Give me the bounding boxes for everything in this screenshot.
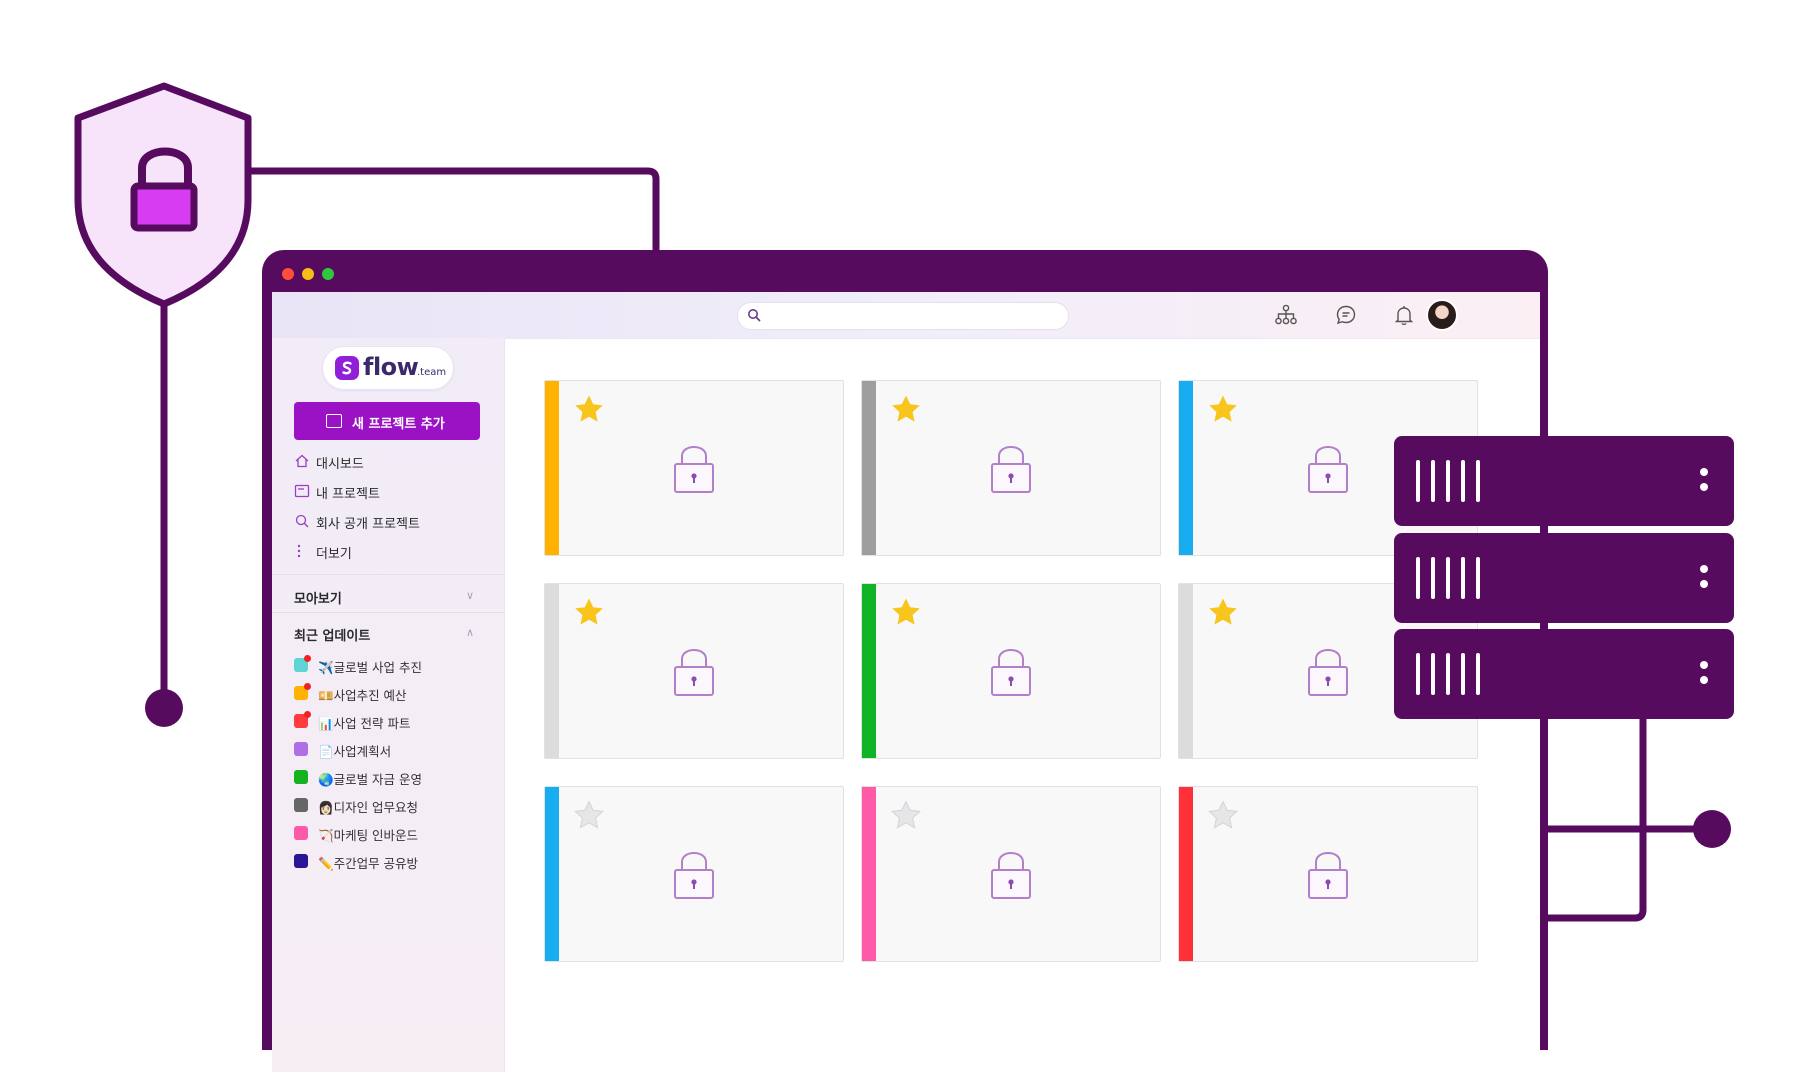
flow-logo-icon xyxy=(335,356,359,380)
nav-label: 더보기 xyxy=(316,547,352,562)
shield-lock-body xyxy=(130,182,198,232)
sidebar: flow .team 새 프로젝트 추가 대시보드 내 프로젝트 회사 공개 프… xyxy=(272,338,505,1072)
server-endpoint-dot xyxy=(1693,810,1731,848)
project-color-swatch xyxy=(294,798,308,812)
search-icon xyxy=(295,514,309,528)
server-vent xyxy=(1416,557,1480,599)
server-status-dots xyxy=(1700,661,1708,691)
project-card[interactable] xyxy=(544,380,844,556)
star-outline-icon[interactable] xyxy=(1207,800,1239,830)
recent-section-title[interactable]: 최근 업데이트 xyxy=(294,625,370,644)
recent-project-label: 📊사업 전략 파트 xyxy=(318,716,411,731)
new-project-label: 새 프로젝트 추가 xyxy=(352,417,445,432)
org-chart-icon[interactable] xyxy=(1274,303,1298,327)
star-filled-icon[interactable] xyxy=(1207,597,1239,627)
lock-icon xyxy=(671,439,717,495)
project-color-bar xyxy=(862,787,876,961)
shield-connector-line xyxy=(244,167,660,256)
server-status-dots xyxy=(1700,565,1708,595)
project-color-bar xyxy=(1179,584,1193,758)
home-icon xyxy=(295,454,309,468)
project-color-bar xyxy=(545,584,559,758)
star-filled-icon[interactable] xyxy=(1207,394,1239,424)
project-color-bar xyxy=(545,787,559,961)
project-color-swatch xyxy=(294,742,308,756)
new-project-icon xyxy=(326,414,342,428)
app-screen: flow .team 새 프로젝트 추가 대시보드 내 프로젝트 회사 공개 프… xyxy=(272,292,1540,1072)
project-color-bar xyxy=(545,381,559,555)
sidebar-divider xyxy=(272,612,504,613)
unread-badge xyxy=(304,711,311,718)
star-filled-icon[interactable] xyxy=(573,394,605,424)
nav-label: 대시보드 xyxy=(316,457,364,472)
star-outline-icon[interactable] xyxy=(573,800,605,830)
star-outline-icon[interactable] xyxy=(890,800,922,830)
top-bar xyxy=(272,292,1540,339)
lock-icon xyxy=(988,642,1034,698)
lock-icon xyxy=(988,845,1034,901)
chevron-up-icon[interactable]: ∧ xyxy=(466,626,474,639)
star-filled-icon[interactable] xyxy=(573,597,605,627)
project-color-swatch xyxy=(294,854,308,868)
lock-icon xyxy=(1305,439,1351,495)
flow-logo[interactable]: flow .team xyxy=(322,346,454,390)
lock-icon xyxy=(671,845,717,901)
star-filled-icon[interactable] xyxy=(890,597,922,627)
logo-wordmark: flow xyxy=(363,353,419,381)
recent-project-label: 🌏글로벌 자금 운영 xyxy=(318,772,423,787)
server-unit-2 xyxy=(1394,533,1734,623)
project-color-swatch xyxy=(294,770,308,784)
nav-label: 내 프로젝트 xyxy=(316,487,380,502)
project-icon xyxy=(294,484,310,498)
lock-icon xyxy=(1305,845,1351,901)
avatar[interactable] xyxy=(1426,299,1458,331)
lock-icon xyxy=(988,439,1034,495)
nav-label: 회사 공개 프로젝트 xyxy=(316,517,420,532)
project-color-bar xyxy=(862,381,876,555)
server-unit-3 xyxy=(1394,629,1734,719)
sidebar-divider xyxy=(272,574,504,575)
search-icon xyxy=(748,309,761,322)
star-filled-icon[interactable] xyxy=(890,394,922,424)
project-card[interactable] xyxy=(544,583,844,759)
recent-project-label: ✏️주간업무 공유방 xyxy=(318,856,419,871)
server-status-dots xyxy=(1700,468,1708,498)
project-card[interactable] xyxy=(544,786,844,962)
server-vent xyxy=(1416,460,1480,502)
lock-icon xyxy=(1305,642,1351,698)
search-input[interactable] xyxy=(737,302,1069,330)
project-card[interactable] xyxy=(861,786,1161,962)
recent-project-label: 👩🏻디자인 업무요청 xyxy=(318,800,419,815)
project-color-bar xyxy=(1179,381,1193,555)
project-color-bar xyxy=(862,584,876,758)
project-card[interactable] xyxy=(1178,786,1478,962)
logo-suffix: .team xyxy=(417,367,447,378)
recent-project-label: ✈️글로벌 사업 추진 xyxy=(318,660,423,675)
recent-project-label: 📄사업계획서 xyxy=(318,744,392,759)
bell-icon[interactable] xyxy=(1392,303,1416,327)
shield-endpoint-dot xyxy=(145,689,183,727)
chevron-down-icon[interactable]: ∨ xyxy=(466,589,474,602)
server-connector-line xyxy=(1539,706,1647,922)
collection-section-title[interactable]: 모아보기 xyxy=(294,588,342,607)
server-vent xyxy=(1416,653,1480,695)
project-card[interactable] xyxy=(861,583,1161,759)
project-card[interactable] xyxy=(861,380,1161,556)
server-unit-1 xyxy=(1394,436,1734,526)
close-dot[interactable] xyxy=(282,268,294,280)
project-color-swatch xyxy=(294,826,308,840)
chat-icon[interactable] xyxy=(1334,303,1358,327)
unread-badge xyxy=(304,655,311,662)
lock-icon xyxy=(671,642,717,698)
more-icon xyxy=(297,544,301,558)
minimize-dot[interactable] xyxy=(302,268,314,280)
new-project-button[interactable]: 새 프로젝트 추가 xyxy=(294,402,480,440)
unread-badge xyxy=(304,683,311,690)
maximize-dot[interactable] xyxy=(322,268,334,280)
recent-project-label: 🏹마케팅 인바운드 xyxy=(318,828,419,843)
recent-project-label: 💴사업추진 예산 xyxy=(318,688,407,703)
window-controls xyxy=(282,268,334,280)
project-color-bar xyxy=(1179,787,1193,961)
app-window: flow .team 새 프로젝트 추가 대시보드 내 프로젝트 회사 공개 프… xyxy=(262,250,1548,1072)
